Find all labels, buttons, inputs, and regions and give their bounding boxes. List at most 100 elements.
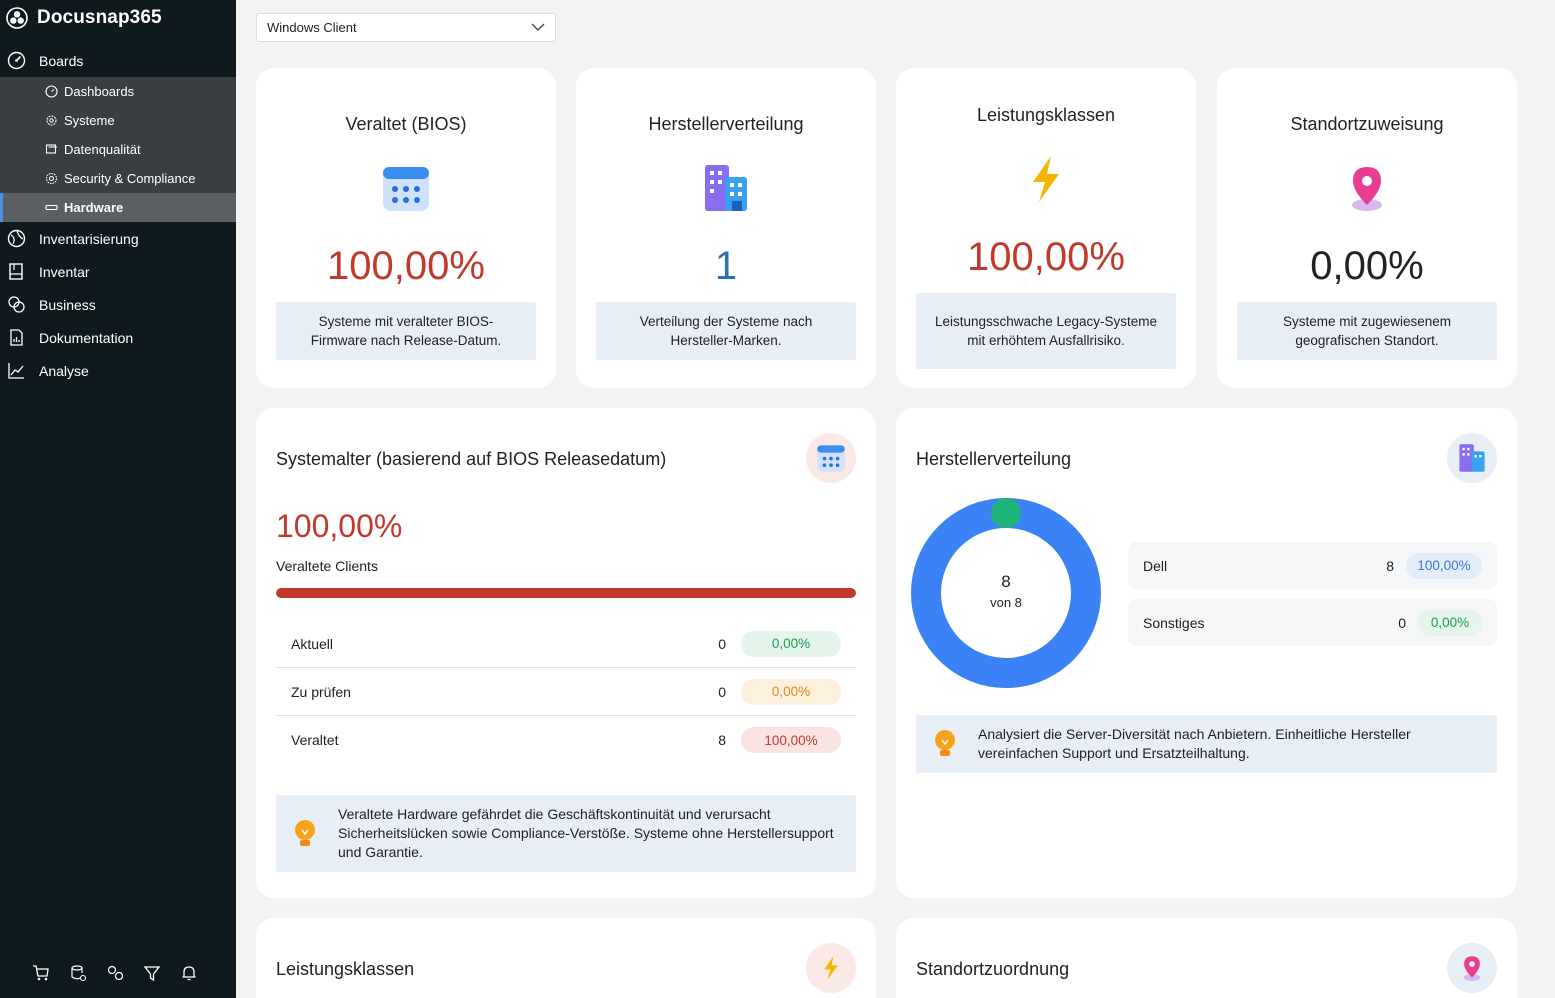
sub-item-label: Systeme — [64, 113, 115, 128]
standortzuordnung-card: Standortzuordnung — [896, 918, 1517, 998]
coins-icon — [7, 295, 26, 314]
leistungsklassen-card: Leistungsklassen — [256, 918, 876, 998]
sidebar: Docusnap365 Boards Dashboards Systeme Da… — [0, 0, 236, 998]
kpi-title: Veraltet (BIOS) — [345, 114, 467, 134]
section-title: Herstellerverteilung — [916, 449, 1072, 469]
kpi-description: Systeme mit veralteter BIOS-Firmware nac… — [276, 302, 536, 360]
hint-text: Veraltete Hardware gefährdet die Geschäf… — [338, 806, 834, 860]
kpi-card-leistung: Leistungsklassen 100,00% Leistungsschwac… — [896, 68, 1196, 388]
kpi-title: Standortzuweisung — [1290, 114, 1444, 134]
location-pin-icon — [1447, 943, 1497, 993]
nav-analyse[interactable]: Analyse — [0, 354, 236, 387]
nav-label: Inventar — [39, 263, 90, 280]
section-title: Leistungsklassen — [276, 959, 415, 979]
lightbulb-icon — [295, 819, 315, 846]
cog-icon — [45, 114, 58, 127]
kpi-value: 100,00% — [327, 244, 485, 288]
legend-name: Sonstiges — [1143, 614, 1205, 631]
manufacturer-legend: Dell 8 100,00% Sonstiges 0 0,00% — [1128, 542, 1497, 656]
progress-fill — [276, 588, 856, 598]
donut-marker — [991, 498, 1021, 528]
kpi-value: 100,00% — [967, 235, 1125, 279]
outdated-percentage: 100,00% — [276, 508, 403, 544]
hint-text: Analysiert die Server-Diversität nach An… — [978, 726, 1411, 761]
boards-subnav: Dashboards Systeme Datenqualität Securit… — [0, 77, 236, 222]
row-name: Zu prüfen — [291, 683, 351, 700]
outdated-progress-bar — [276, 588, 856, 598]
sub-item-datenqualitaet[interactable]: Datenqualität — [0, 135, 236, 164]
kpi-value: 0,00% — [1310, 244, 1424, 288]
section-title: Systemalter (basierend auf BIOS Released… — [276, 449, 667, 469]
legend-percentage-badge: 0,00% — [1418, 609, 1482, 636]
donut-center-value: 8 — [1001, 572, 1011, 591]
docusnap-logo-icon — [6, 7, 28, 29]
nav-business[interactable]: Business — [0, 288, 236, 321]
nav-label: Dokumentation — [39, 329, 134, 346]
kpi-card-hersteller: Herstellerverteilung 1 Verteilung der Sy… — [576, 68, 876, 388]
donut-center: 8 von 8 — [911, 572, 1101, 610]
kpi-description: Systeme mit zugewiesenem geografischen S… — [1237, 302, 1497, 360]
legend-item-dell[interactable]: Dell 8 100,00% — [1128, 542, 1497, 589]
row-count: 0 — [718, 683, 726, 700]
kpi-card-standort: Standortzuweisung 0,00% Systeme mit zuge… — [1217, 68, 1517, 388]
bell-icon[interactable] — [180, 964, 198, 982]
legend-name: Dell — [1143, 557, 1168, 574]
nav-label: Business — [39, 296, 96, 313]
list-item: Zu prüfen 0 0,00% — [276, 668, 856, 716]
trend-icon — [7, 361, 26, 380]
outdated-label: Veraltete Clients — [276, 558, 378, 574]
filter-icon[interactable] — [143, 964, 161, 982]
hersteller-card: Herstellerverteilung 8 von 8 Dell 8 100,… — [896, 408, 1517, 898]
age-breakdown-list: Aktuell 0 0,00% Zu prüfen 0 0,00% Veralt… — [276, 620, 856, 764]
brand[interactable]: Docusnap365 — [0, 0, 236, 36]
kpi-description: Leistungsschwache Legacy-Systeme mit erh… — [916, 293, 1176, 369]
list-item: Veraltet 8 100,00% — [276, 716, 856, 764]
database-settings-icon[interactable] — [69, 964, 87, 982]
gauge-icon — [7, 51, 26, 70]
section-title: Standortzuordnung — [916, 959, 1070, 979]
cart-icon[interactable] — [32, 964, 50, 982]
info-hint: Veraltete Hardware gefährdet die Geschäf… — [276, 795, 856, 872]
row-percentage-badge: 0,00% — [741, 678, 841, 705]
sub-item-dashboards[interactable]: Dashboards — [0, 77, 236, 106]
list-item: Aktuell 0 0,00% — [276, 620, 856, 668]
row-name: Aktuell — [291, 635, 334, 652]
legend-count: 8 — [1386, 557, 1394, 574]
globe-icon — [7, 229, 26, 248]
hardware-icon — [45, 201, 58, 214]
nav-dokumentation[interactable]: Dokumentation — [0, 321, 236, 354]
document-chart-icon — [7, 328, 26, 347]
row-count: 0 — [718, 635, 726, 652]
nav-inventarisierung[interactable]: Inventarisierung — [0, 222, 236, 255]
kpi-title: Leistungsklassen — [976, 105, 1116, 125]
sub-item-label: Security & Compliance — [64, 171, 196, 186]
sub-item-security[interactable]: Security & Compliance — [0, 164, 236, 193]
lightning-icon — [1033, 156, 1059, 202]
sub-item-label: Dashboards — [64, 84, 135, 99]
legend-item-sonstiges[interactable]: Sonstiges 0 0,00% — [1128, 599, 1497, 646]
legend-count: 0 — [1398, 614, 1406, 631]
lightbulb-icon — [935, 730, 955, 756]
window-icon — [45, 143, 58, 156]
row-name: Veraltet — [291, 732, 339, 748]
kpi-description: Verteilung der Systeme nach Hersteller-M… — [596, 302, 856, 360]
systemalter-card: Systemalter (basierend auf BIOS Released… — [256, 408, 876, 898]
brand-title: Docusnap365 — [37, 7, 162, 28]
settings-icon[interactable] — [106, 964, 124, 982]
dashboard-icon — [45, 85, 58, 98]
calendar-icon — [383, 167, 429, 211]
nav-boards-label: Boards — [39, 52, 84, 69]
calendar-icon — [806, 433, 856, 483]
client-type-select[interactable]: Windows Client — [256, 13, 556, 42]
info-hint: Analysiert die Server-Diversität nach An… — [916, 715, 1497, 773]
nav-inventar[interactable]: Inventar — [0, 255, 236, 288]
sub-item-systeme[interactable]: Systeme — [0, 106, 236, 135]
nav-label: Inventarisierung — [39, 230, 139, 247]
book-icon — [7, 262, 26, 281]
donut-center-label: von 8 — [990, 595, 1022, 610]
nav-boards[interactable]: Boards — [0, 44, 236, 77]
nav-label: Analyse — [39, 362, 89, 379]
sub-item-hardware[interactable]: Hardware — [0, 193, 236, 222]
sub-item-label: Hardware — [64, 200, 124, 215]
row-count: 8 — [718, 732, 726, 748]
